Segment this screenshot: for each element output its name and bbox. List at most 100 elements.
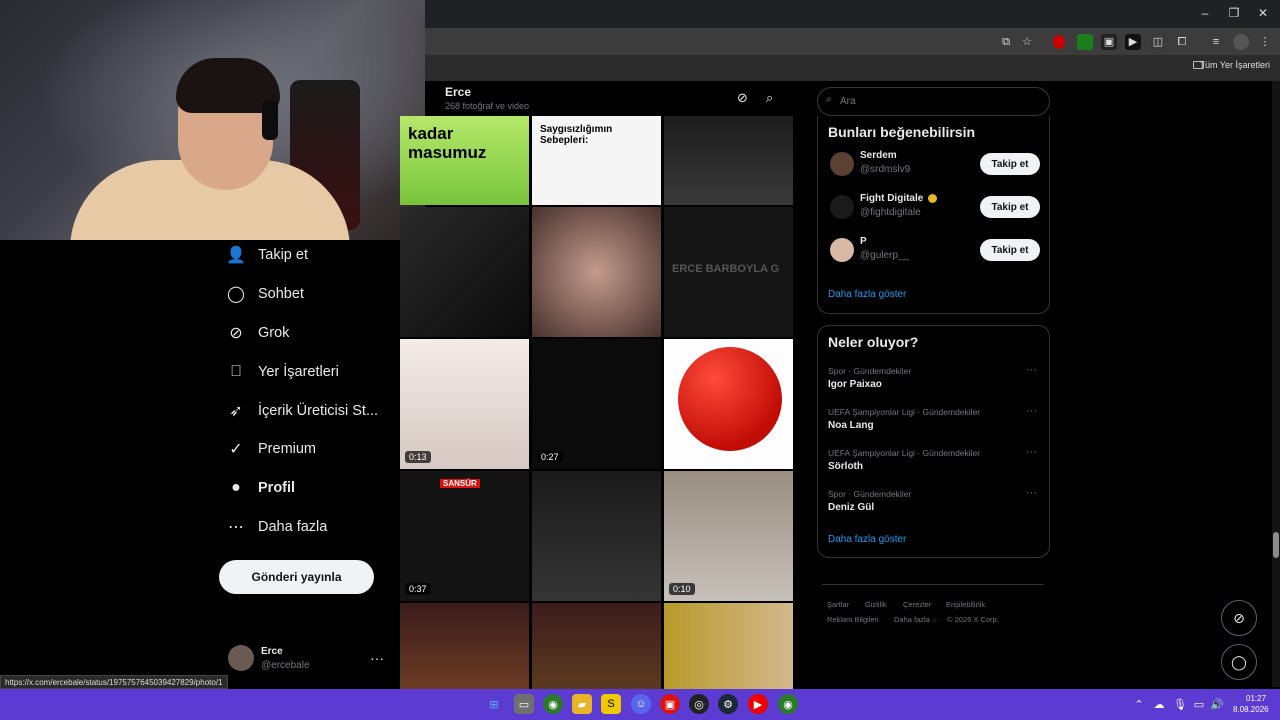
nav-item[interactable]: ◯ Sohbet xyxy=(226,279,304,309)
nav-item[interactable]: ✓ Premium xyxy=(226,434,316,464)
media-tile[interactable] xyxy=(532,603,661,689)
media-tile[interactable] xyxy=(532,207,661,337)
bookmark-icon: ⎕ xyxy=(231,363,241,380)
trend-name[interactable]: Deniz Gül xyxy=(828,502,874,513)
nav-item-label: Yer İşaretleri xyxy=(258,364,339,380)
trend-name[interactable]: Igor Paixao xyxy=(828,379,882,390)
nav-item[interactable]: ⊘ Grok xyxy=(226,318,289,348)
suggestion-name[interactable]: Fight Digitale xyxy=(860,193,923,204)
media-tile[interactable] xyxy=(532,471,661,601)
minimize-icon[interactable]: – xyxy=(1198,6,1212,20)
avatar[interactable] xyxy=(830,152,854,176)
microphone-icon[interactable]: 🎙 xyxy=(1170,694,1190,714)
volume-icon[interactable]: 🔊 xyxy=(1207,694,1227,714)
chat-fab-icon[interactable]: ◯ xyxy=(1221,644,1257,680)
media-tile[interactable]: 0:13 xyxy=(400,339,529,469)
taskview-icon[interactable]: ▭ xyxy=(514,694,534,714)
follow-button[interactable]: Takip et xyxy=(980,153,1040,175)
grok-fab-icon[interactable]: ⊘ xyxy=(1221,600,1257,636)
footer-link[interactable]: Erişilebilirlik xyxy=(946,600,985,609)
nav-item[interactable]: ➶ İçerik Üreticisi St... xyxy=(226,396,378,426)
restore-icon[interactable]: ❐ xyxy=(1227,6,1241,20)
footer-link[interactable]: Daha fazla ··· xyxy=(894,615,939,624)
account-more-icon[interactable]: ··· xyxy=(370,650,384,666)
status-url: https://x.com/ercebale/status/1975757645… xyxy=(0,675,228,689)
clock-time[interactable]: 01:27 xyxy=(1246,694,1266,703)
follow-button[interactable]: Takip et xyxy=(980,239,1040,261)
obs-icon[interactable]: ◎ xyxy=(689,694,709,714)
network-icon[interactable]: ▭ xyxy=(1189,694,1209,714)
media-player-icon[interactable]: ▶ xyxy=(748,694,768,714)
extensions-puzzle-icon[interactable]: ⧠ xyxy=(1174,34,1190,50)
more-options-icon[interactable]: ··· xyxy=(1026,487,1037,499)
discord-icon[interactable]: ☺ xyxy=(631,694,651,714)
chrome-icon[interactable]: ◉ xyxy=(543,694,563,714)
browser-menu-icon[interactable]: ⋮ xyxy=(1257,34,1273,50)
avatar[interactable] xyxy=(830,195,854,219)
nav-item-label: Grok xyxy=(258,325,290,341)
footer-link[interactable]: © 2026 X Corp. xyxy=(947,615,999,624)
nav-item[interactable]: ⋯ Daha fazla xyxy=(226,512,327,542)
media-tile[interactable]: SANSÜR 0:37 xyxy=(400,471,529,601)
footer-link[interactable]: Gizlilik xyxy=(865,600,887,609)
more-options-icon[interactable]: ··· xyxy=(1026,446,1037,458)
extension-red-icon[interactable] xyxy=(1053,35,1065,49)
nav-item[interactable]: 👤 Takip et xyxy=(226,240,308,270)
bookmarks-bar xyxy=(425,55,1280,81)
steam-icon[interactable]: ⚙ xyxy=(718,694,738,714)
media-count: 268 fotoğraf ve video xyxy=(445,101,530,111)
cloud-icon[interactable]: ☁ xyxy=(1149,694,1169,714)
suggestion-name[interactable]: P xyxy=(860,236,867,247)
media-tile[interactable]: ERCE BARBOYLA G xyxy=(664,207,793,337)
nav-item[interactable]: ● Profil xyxy=(226,473,295,503)
avatar[interactable] xyxy=(228,645,254,671)
media-tile[interactable] xyxy=(664,603,793,689)
show-more-link[interactable]: Daha fazla göster xyxy=(828,289,906,300)
start-icon[interactable]: ⊞ xyxy=(484,694,504,714)
tray-chevron-icon[interactable]: ⌃ xyxy=(1129,694,1149,714)
media-tile[interactable] xyxy=(664,339,793,469)
more-options-icon[interactable]: ··· xyxy=(1026,364,1037,376)
scrollbar[interactable] xyxy=(1272,81,1280,687)
media-tile[interactable] xyxy=(400,207,529,337)
nav-item[interactable]: ⎕ Yer İşaretleri xyxy=(226,357,339,387)
clock-date[interactable]: 8.08.2026 xyxy=(1233,705,1269,714)
profile-avatar-icon[interactable] xyxy=(1233,34,1249,50)
scrollbar-thumb[interactable] xyxy=(1273,532,1279,558)
app-red-icon[interactable]: ▣ xyxy=(660,694,680,714)
grok-icon[interactable]: ⊘ xyxy=(737,90,748,106)
who-to-follow-panel: Bunları beğenebilirsin Serdem @srdmslv9 Ta… xyxy=(817,116,1050,314)
close-icon[interactable]: ✕ xyxy=(1256,6,1270,20)
trend-name[interactable]: Noa Lang xyxy=(828,420,874,431)
extension-b-icon[interactable]: ▶ xyxy=(1125,34,1141,50)
app-s-icon[interactable]: S xyxy=(601,694,621,714)
search-input[interactable]: Ara xyxy=(817,87,1050,116)
extension-dark-icon[interactable]: ▣ xyxy=(1101,34,1117,50)
post-button[interactable]: Gönderi yayınla xyxy=(219,560,374,594)
media-tile[interactable] xyxy=(400,603,529,689)
media-tile[interactable] xyxy=(664,116,793,205)
media-tile[interactable]: kadar masumuz xyxy=(400,116,529,205)
account-name: Erce xyxy=(261,646,283,657)
star-bookmark-icon[interactable]: ☆ xyxy=(1019,34,1035,50)
extension-green-icon[interactable] xyxy=(1077,34,1093,50)
trend-name[interactable]: Sörloth xyxy=(828,461,863,472)
more-options-icon[interactable]: ··· xyxy=(1026,405,1037,417)
all-bookmarks-link[interactable]: Tüm Yer İşaretleri xyxy=(1199,60,1270,70)
chrome-alt-icon[interactable]: ◉ xyxy=(778,694,798,714)
avatar[interactable] xyxy=(830,238,854,262)
footer-link[interactable]: Çerezler xyxy=(903,600,931,609)
folder-icon[interactable]: ▰ xyxy=(572,694,592,714)
follow-button[interactable]: Takip et xyxy=(980,196,1040,218)
suggestion-name[interactable]: Serdem xyxy=(860,150,897,161)
search-icon[interactable]: ⌕ xyxy=(766,90,773,106)
extension-badge-icon[interactable]: ◫ xyxy=(1150,34,1166,50)
media-tile[interactable]: Saygısızlığımın Sebepleri: xyxy=(532,116,661,205)
install-app-icon[interactable]: ⧉ xyxy=(998,34,1014,50)
show-more-link[interactable]: Daha fazla göster xyxy=(828,534,906,545)
media-tile[interactable]: 0:10 xyxy=(664,471,793,601)
footer-link[interactable]: Reklam Bilgileri xyxy=(827,615,879,624)
tab-search-icon[interactable]: ≡ xyxy=(1208,34,1224,50)
footer-link[interactable]: Şartlar xyxy=(827,600,849,609)
media-tile[interactable]: 0:27 xyxy=(532,339,661,469)
